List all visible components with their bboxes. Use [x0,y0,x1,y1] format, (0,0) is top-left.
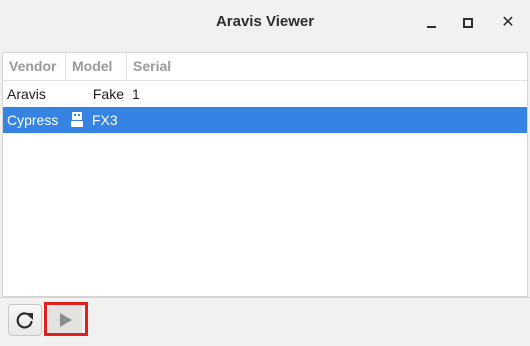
maximize-icon [463,18,473,28]
minimize-icon [426,26,436,28]
column-header-serial[interactable]: Serial [127,53,527,80]
vendor-cell: Aravis [7,86,46,102]
main-window: Aravis Viewer ✕ Vendor Model Serial Arav… [0,0,530,346]
close-button[interactable]: ✕ [495,11,521,35]
play-icon [60,313,72,327]
refresh-button[interactable] [8,304,42,336]
model-cell: FX3 [92,112,118,128]
vendor-cell: Cypress [7,112,59,128]
minimize-button[interactable] [418,11,444,35]
usb-device-icon [71,107,83,133]
camera-list: Vendor Model Serial Aravis Fake 1 Cypres… [2,52,528,297]
refresh-icon [16,312,33,329]
close-icon: ✕ [501,14,515,31]
start-acquisition-button[interactable] [48,304,82,336]
bottom-toolbar [0,297,530,346]
table-row[interactable]: Aravis Fake 1 [3,81,527,107]
window-title: Aravis Viewer [215,13,315,30]
column-header-model[interactable]: Model [66,53,127,80]
serial-cell: 1 [132,86,140,102]
model-cell: Fake [92,86,124,102]
table-row-selected[interactable]: Cypress FX3 [3,107,527,133]
maximize-button[interactable] [455,11,481,35]
table-header: Vendor Model Serial [3,53,527,81]
title-bar: Aravis Viewer ✕ [0,0,530,46]
column-header-vendor[interactable]: Vendor [3,53,66,80]
